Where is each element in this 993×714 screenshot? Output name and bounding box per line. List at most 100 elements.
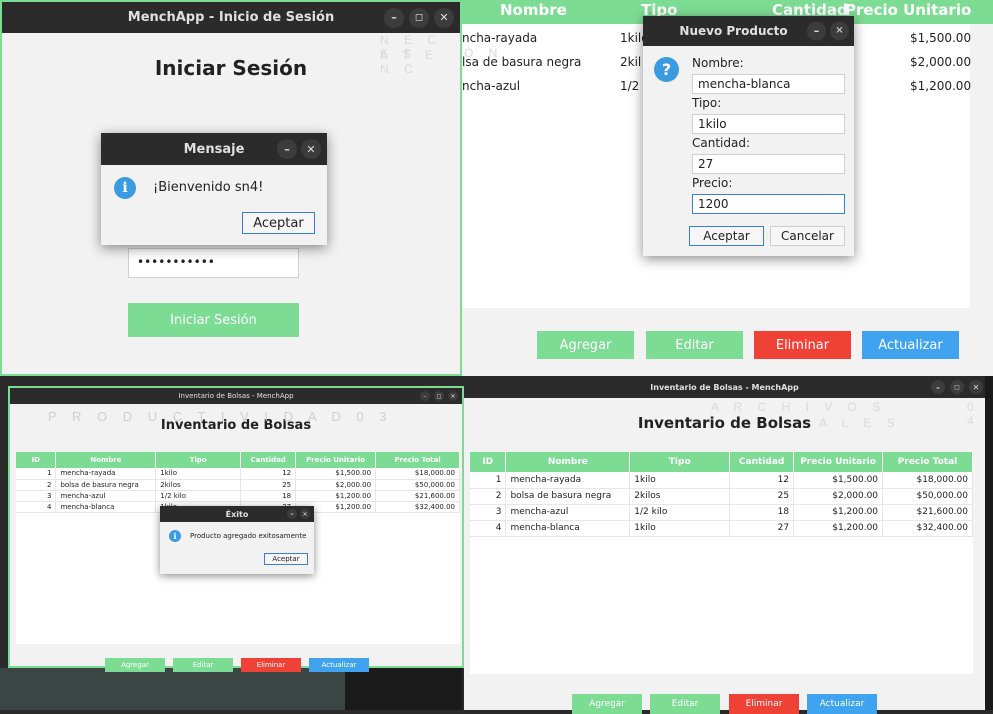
table-row[interactable]: 2 bolsa de basura negra 2kilos 25 $2,000.00 $… xyxy=(16,479,460,490)
precio-field[interactable]: 1200 xyxy=(692,194,845,214)
cell-tipo: 2kilos xyxy=(155,479,242,490)
tipo-field[interactable]: 1kilo xyxy=(692,114,845,134)
inventory-titlebar: Inventario de Bolsas - MenchApp – ◻ ✕ xyxy=(464,376,985,398)
edit-button[interactable]: Editar xyxy=(173,658,233,672)
cantidad-field[interactable]: 27 xyxy=(692,154,845,174)
close-icon[interactable]: ✕ xyxy=(434,7,454,28)
add-button[interactable]: Agregar xyxy=(537,331,634,359)
dialog-title: Mensaje xyxy=(183,141,245,157)
cell-tipo: 1/2 kilo xyxy=(629,504,731,520)
cell-total: $50,000.00 xyxy=(882,488,973,504)
maximize-icon[interactable]: ◻ xyxy=(409,7,429,28)
column-header[interactable]: Precio Unitario xyxy=(295,452,377,468)
column-header[interactable]: Nombre xyxy=(55,452,157,468)
add-button[interactable]: Agregar xyxy=(105,658,165,672)
cell-unitario: $1,200.00 xyxy=(793,504,884,520)
question-icon: ? xyxy=(654,57,679,82)
cell-cantidad: 18 xyxy=(240,490,297,501)
minimize-icon[interactable]: – xyxy=(287,509,297,519)
close-icon[interactable]: ✕ xyxy=(301,139,321,159)
cell-id: 4 xyxy=(16,501,57,512)
maximize-icon[interactable]: ◻ xyxy=(950,380,964,394)
cell-id: 4 xyxy=(470,520,507,536)
cell-id: 2 xyxy=(16,479,57,490)
cell-total: $32,400.00 xyxy=(375,501,460,512)
inventory-titlebar: Inventario de Bolsas - MenchApp – ◻ ✕ xyxy=(10,388,462,404)
cell-id: 3 xyxy=(470,504,507,520)
column-header[interactable]: Nombre xyxy=(505,452,631,472)
minimize-icon[interactable]: – xyxy=(931,380,945,394)
cell-cantidad: 12 xyxy=(240,468,297,479)
new-product-dialog: Nuevo Producto – ✕ ? Nombre: mencha-blan… xyxy=(643,16,854,256)
inventory-table: ID Nombre Tipo Cantidad Precio Unitario Preci… xyxy=(470,452,973,674)
watermark: P R O D U C T I V I D A D 0 3 xyxy=(48,409,393,424)
delete-button[interactable]: Eliminar xyxy=(729,694,799,714)
table-row[interactable]: 3 mencha-azul 1/2 kilo 18 $1,200.00 $21,600.0… xyxy=(16,490,460,501)
column-header[interactable]: Tipo xyxy=(155,452,242,468)
cell-nombre: mencha-azul xyxy=(505,504,631,520)
info-icon: i xyxy=(114,177,136,199)
login-submit-button[interactable]: Iniciar Sesión xyxy=(128,303,299,337)
table-row[interactable]: 3 mencha-azul 1/2 kilo 18 $1,200.00 $21,600.0… xyxy=(470,504,973,520)
minimize-icon[interactable]: – xyxy=(384,7,404,28)
maximize-icon[interactable]: ◻ xyxy=(434,391,444,401)
refresh-button[interactable]: Actualizar xyxy=(807,694,877,714)
refresh-button[interactable]: Actualizar xyxy=(309,658,369,672)
success-ok-button[interactable]: Aceptar xyxy=(264,553,308,565)
info-icon: i xyxy=(169,530,181,542)
column-header[interactable]: Cantidad xyxy=(729,452,795,472)
new-product-titlebar: Nuevo Producto – ✕ xyxy=(643,16,854,46)
nombre-label: Nombre: xyxy=(692,56,744,70)
table-row[interactable]: 1 mencha-rayada 1kilo 12 $1,500.00 $18,000.00 xyxy=(16,468,460,479)
column-header[interactable]: Precio Total xyxy=(375,452,460,468)
delete-button[interactable]: Eliminar xyxy=(241,658,301,672)
new-product-cancel-button[interactable]: Cancelar xyxy=(770,226,845,246)
new-product-ok-button[interactable]: Aceptar xyxy=(689,226,764,246)
cell-cantidad: 12 xyxy=(729,472,795,488)
column-header[interactable]: Tipo xyxy=(629,452,731,472)
edit-button[interactable]: Editar xyxy=(646,331,743,359)
cell-tipo: 1kilo xyxy=(629,472,731,488)
delete-button[interactable]: Eliminar xyxy=(754,331,851,359)
column-header[interactable]: ID xyxy=(470,452,507,472)
window-title: Inventario de Bolsas - MenchApp xyxy=(650,382,799,392)
cell-tipo: 1kilo xyxy=(155,468,242,479)
column-header[interactable]: ID xyxy=(16,452,57,468)
close-icon[interactable]: ✕ xyxy=(830,21,849,41)
cell-cantidad: 27 xyxy=(729,520,795,536)
add-button[interactable]: Agregar xyxy=(572,694,642,714)
table-row[interactable]: 2 bolsa de basura negra 2kilos 25 $2,000.00 $… xyxy=(470,488,973,504)
column-header[interactable]: Cantidad xyxy=(240,452,297,468)
column-header[interactable]: Precio Unitario xyxy=(793,452,884,472)
cell-tipo: 2kil xyxy=(620,55,642,69)
welcome-dialog: Mensaje – ✕ i ¡Bienvenido sn4! Aceptar xyxy=(101,133,327,245)
tipo-label: Tipo: xyxy=(692,96,722,110)
success-titlebar: Éxito – ✕ xyxy=(160,506,314,522)
table-header: ID Nombre Tipo Cantidad Precio Unitario Preci… xyxy=(16,452,460,468)
close-icon[interactable]: ✕ xyxy=(300,509,310,519)
minimize-icon[interactable]: – xyxy=(277,139,297,159)
watermark: Ó N xyxy=(464,46,504,60)
column-header[interactable]: Precio Total xyxy=(882,452,973,472)
minimize-icon[interactable]: – xyxy=(807,21,826,41)
edit-button[interactable]: Editar xyxy=(650,694,720,714)
close-icon[interactable]: ✕ xyxy=(969,380,983,394)
refresh-button[interactable]: Actualizar xyxy=(862,331,959,359)
welcome-dialog-titlebar: Mensaje – ✕ xyxy=(101,133,327,165)
cell-unitario: $2,000.00 xyxy=(295,479,377,490)
password-field[interactable]: ••••••••••• xyxy=(128,248,299,278)
cell-precio-unitario: $2,000.00 xyxy=(910,55,972,69)
cell-nombre: bolsa de basura negra xyxy=(55,479,157,490)
cell-unitario: $1,500.00 xyxy=(295,468,377,479)
inventory-window: Inventario de Bolsas - MenchApp – ◻ ✕ A … xyxy=(464,376,985,714)
table-row[interactable]: 1 mencha-rayada 1kilo 12 $1,500.00 $18,000.00 xyxy=(470,472,973,488)
cell-unitario: $1,200.00 xyxy=(295,490,377,501)
table-row[interactable]: 4mencha-blanca1kilo27$1,200.00$32,400.00 xyxy=(470,520,973,536)
close-icon[interactable]: ✕ xyxy=(448,391,458,401)
minimize-icon[interactable]: – xyxy=(420,391,430,401)
cell-total: $50,000.00 xyxy=(375,479,460,490)
dialog-ok-button[interactable]: Aceptar xyxy=(242,212,315,234)
nombre-field[interactable]: mencha-blanca xyxy=(692,74,845,94)
cell-nombre: mencha-blanca xyxy=(505,520,631,536)
cell-id: 1 xyxy=(16,468,57,479)
